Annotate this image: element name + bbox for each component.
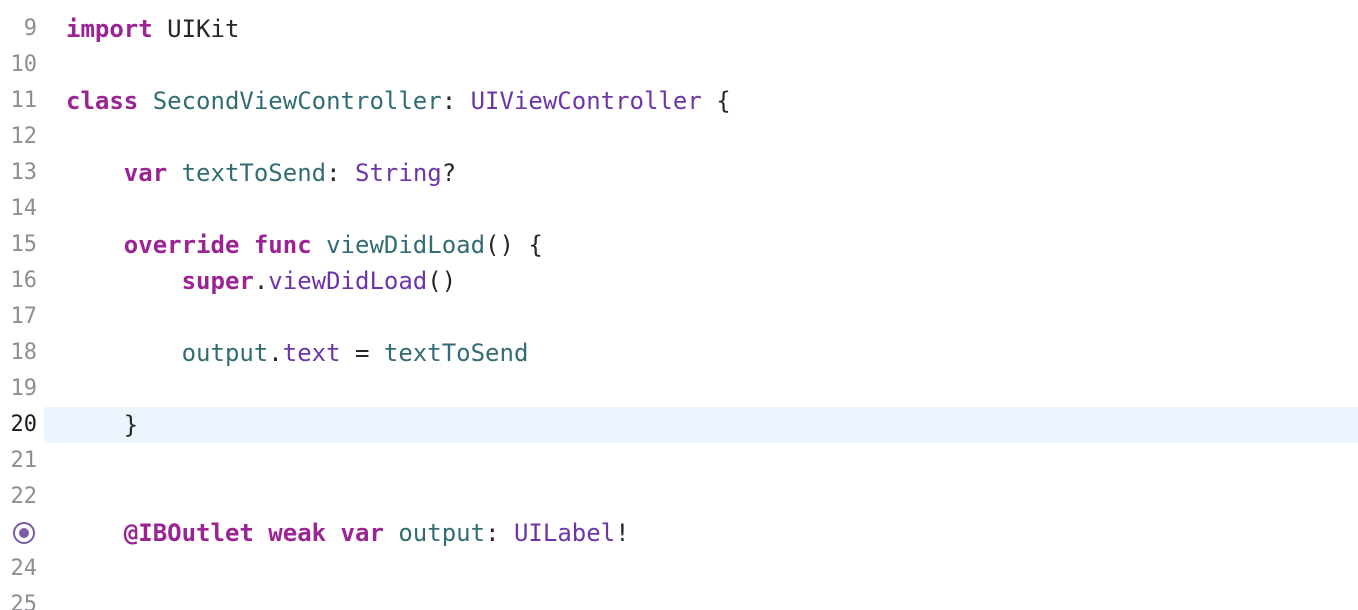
code-text: super.viewDidLoad() (66, 263, 457, 299)
code-token: : (326, 159, 356, 187)
code-token: var (123, 159, 168, 187)
code-text: import UIKit (66, 11, 239, 47)
line-number: 25 (10, 592, 38, 610)
current-line[interactable]: 20 } (11, 407, 1358, 443)
line-number: 8 (0, 0, 37, 11)
line-number: 11 (10, 88, 38, 113)
code-token: = (340, 339, 384, 367)
code-token: super (181, 267, 254, 295)
code-line[interactable]: 19 (0, 371, 1358, 407)
code-line[interactable]: 14 (0, 191, 1358, 227)
code-token: () { (485, 231, 543, 259)
code-token: func (253, 231, 312, 259)
code-line[interactable]: 17 (0, 299, 1358, 335)
code-line[interactable]: 10 (0, 47, 1358, 83)
code-line[interactable]: 9 import UIKit (0, 11, 1358, 47)
code-line[interactable]: 22 (0, 479, 1358, 515)
line-number: 10 (10, 52, 38, 77)
code-token: String (355, 159, 442, 187)
line-number: 19 (10, 376, 38, 401)
code-line[interactable]: 16 super.viewDidLoad() (0, 263, 1358, 299)
code-token: output (181, 339, 269, 367)
code-token: UILabel (513, 519, 616, 547)
code-token: ! (615, 519, 630, 547)
code-token: UIKit (152, 15, 240, 43)
line-number: 18 (10, 340, 38, 365)
code-text: output.text = textToSend (66, 335, 529, 371)
code-line[interactable]: 18 output.text = textToSend (0, 335, 1358, 371)
code-token: textToSend (181, 159, 327, 187)
code-token: : (441, 87, 471, 115)
line-number: 22 (10, 484, 38, 509)
code-token: text (282, 339, 341, 367)
code-token: class (66, 87, 139, 115)
line-number: 14 (10, 196, 38, 221)
line-number: 12 (10, 124, 38, 149)
code-line[interactable]: 15 override func viewDidLoad() { (0, 227, 1358, 263)
code-token: ? (441, 159, 457, 187)
code-token: @IBOutlet (123, 519, 254, 547)
outlet-dot (19, 528, 29, 538)
code-line[interactable]: 11 class SecondViewController: UIViewCont… (0, 83, 1358, 119)
code-token: var (340, 519, 384, 547)
code-text: @IBOutlet weak var output: UILabel! (66, 515, 630, 551)
code-token: viewDidLoad (268, 267, 428, 295)
code-text: } (66, 407, 138, 443)
code-token: import (66, 15, 153, 43)
code-line[interactable]: 24 (0, 551, 1358, 587)
code-text: override func viewDidLoad() { (66, 227, 543, 263)
outlet-connection-icon[interactable] (13, 522, 35, 544)
code-token: override (123, 231, 240, 259)
line-number: 20 (10, 412, 38, 437)
code-line[interactable]: @IBOutlet weak var output: UILabel! (0, 515, 1358, 551)
code-line[interactable]: 8 (0, 0, 1358, 11)
code-token: weak (268, 519, 327, 547)
code-text: var textToSend: String? (66, 155, 456, 191)
code-text: class SecondViewController: UIViewContro… (66, 83, 731, 119)
code-token: viewDidLoad (326, 231, 486, 259)
line-number: 21 (10, 448, 38, 473)
code-token: () (427, 267, 457, 295)
line-number: 16 (10, 268, 38, 293)
line-number: 17 (10, 304, 38, 329)
code-line[interactable]: 25 (0, 587, 1358, 610)
line-number: 9 (23, 16, 37, 41)
code-token: textToSend (383, 339, 529, 367)
code-line[interactable]: 21 (0, 443, 1358, 479)
code-token: SecondViewController (152, 87, 442, 115)
code-token: { (701, 87, 731, 115)
line-number: 24 (10, 556, 38, 581)
code-line[interactable]: 12 (0, 119, 1358, 155)
code-token: . (253, 267, 269, 295)
code-token: : (485, 519, 514, 547)
line-number: 15 (10, 232, 38, 257)
code-editor[interactable]: 8 9 import UIKit 10 11 class SecondViewContro… (0, 0, 1358, 610)
code-token: } (66, 411, 139, 439)
line-number: 13 (10, 160, 38, 185)
code-token: . (268, 339, 283, 367)
code-line[interactable]: 13 var textToSend: String? (0, 155, 1358, 191)
code-token: output (398, 519, 486, 547)
code-token: UIViewController (470, 87, 702, 115)
